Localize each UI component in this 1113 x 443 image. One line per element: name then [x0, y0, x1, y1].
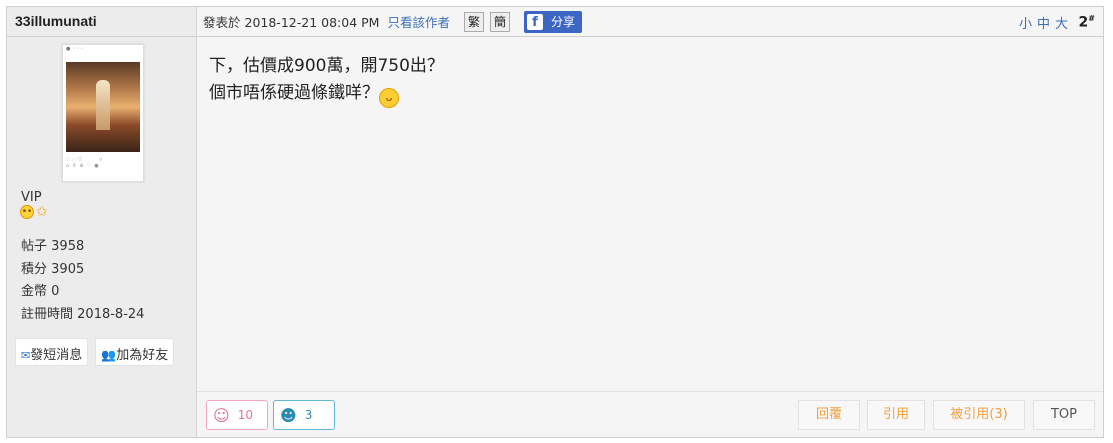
traditional-chinese-button[interactable]: 繁: [463, 11, 484, 32]
posted-at: 2018-12-21 08:04 PM: [244, 15, 380, 30]
smiley-icon: ••: [20, 205, 34, 219]
avatar[interactable]: ● ◦ ◦ ◦ ♡ ◌ ▽ ⌑ ⌂ ⚲ ⊕ ♡ ●: [62, 44, 144, 182]
author-sidebar: 33illumunati ● ◦ ◦ ◦ ♡ ◌ ▽ ⌑ ⌂ ⚲ ⊕ ♡ ● VI…: [7, 7, 197, 437]
send-message-label: 發短消息: [30, 348, 83, 363]
back-to-top-button[interactable]: TOP: [1033, 400, 1095, 430]
only-author-link[interactable]: 只看該作者: [387, 12, 450, 31]
send-message-button[interactable]: ✉發短消息: [15, 338, 89, 366]
author-username[interactable]: 33illumunati: [7, 7, 196, 37]
facebook-share-button[interactable]: f 分享: [523, 10, 582, 33]
laughing-emoji-icon: ᴗ: [379, 88, 399, 108]
font-size-switcher[interactable]: 小中大: [1019, 13, 1073, 32]
stat-label: 金幣: [21, 284, 48, 299]
floor-number[interactable]: 2#: [1079, 14, 1095, 31]
quoted-by-button[interactable]: 被引用(3): [933, 400, 1025, 430]
posted-prefix: 發表於: [203, 15, 241, 30]
stat-label: 註冊時間: [21, 306, 74, 322]
rank-icons: •• ✩: [20, 205, 48, 219]
share-label: 分享: [550, 15, 575, 29]
post-footer: ☺ 10 ☻ 3 回覆 引用 被引用(3) TOP: [197, 391, 1103, 437]
post-line: 下，估價成900萬，開750出？: [209, 56, 444, 76]
post-line-text: 個市唔係硬過條鐵咩？: [209, 83, 379, 103]
add-friend-button[interactable]: 👥加為好友: [95, 338, 175, 366]
post-line-2: 個市唔係硬過條鐵咩？ ᴗ: [209, 80, 444, 108]
floor-value: 2: [1078, 14, 1089, 31]
post-header: 發表於 2018-12-21 08:04 PM 只看該作者 繁 簡 f 分享 小…: [197, 7, 1103, 37]
author-stats: 帖子 3958 積分 3905 金幣 0 註冊時間 2018-8-24: [21, 236, 144, 326]
stat-points: 積分 3905: [21, 259, 144, 282]
stat-label: 帖子: [21, 239, 48, 254]
quote-button[interactable]: 引用: [867, 400, 925, 430]
post-timestamp: 發表於 2018-12-21 08:04 PM: [203, 12, 379, 31]
love-reaction-button[interactable]: ☺ 10: [206, 400, 268, 430]
pig-face-icon: ☻: [280, 405, 297, 425]
love-face-icon: ☺: [213, 405, 230, 425]
star-icon: ✩: [36, 204, 48, 220]
author-actions: ✉發短消息 👥加為好友: [15, 338, 175, 366]
post-message: 下，估價成900萬，開750出？ 個市唔係硬過條鐵咩？ ᴗ: [209, 53, 444, 108]
envelope-icon: ✉: [21, 349, 31, 362]
stat-registered: 註冊時間 2018-8-24: [21, 304, 144, 327]
simplified-chinese-button[interactable]: 簡: [489, 11, 510, 32]
avatar-image: [66, 62, 140, 152]
avatar-footer: ♡ ◌ ▽ ⌑ ⌂ ⚲ ⊕ ♡ ●: [66, 157, 102, 169]
stat-value: 3905: [51, 261, 85, 277]
stat-posts: 帖子 3958: [21, 236, 144, 259]
stat-value: 0: [51, 284, 60, 299]
post-content: 下，估價成900萬，開750出？ 個市唔係硬過條鐵咩？ ᴗ: [197, 37, 1103, 391]
floor-suffix: #: [1088, 14, 1095, 23]
pig-count: 3: [304, 408, 313, 422]
avatar-header: ● ◦ ◦ ◦: [66, 46, 84, 52]
love-count: 10: [237, 408, 253, 422]
stat-value: 3958: [51, 239, 85, 254]
post-container: 33illumunati ● ◦ ◦ ◦ ♡ ◌ ▽ ⌑ ⌂ ⚲ ⊕ ♡ ● VI…: [6, 6, 1104, 438]
stat-value: 2018-8-24: [77, 306, 145, 322]
pig-reaction-button[interactable]: ☻ 3: [273, 400, 335, 430]
friends-icon: 👥: [101, 348, 117, 362]
reply-button[interactable]: 回覆: [798, 400, 860, 430]
author-rank: VIP: [21, 190, 42, 205]
facebook-icon: f: [526, 13, 543, 30]
stat-coins: 金幣 0: [21, 281, 144, 304]
add-friend-label: 加為好友: [116, 348, 169, 363]
stat-label: 積分: [21, 261, 48, 277]
